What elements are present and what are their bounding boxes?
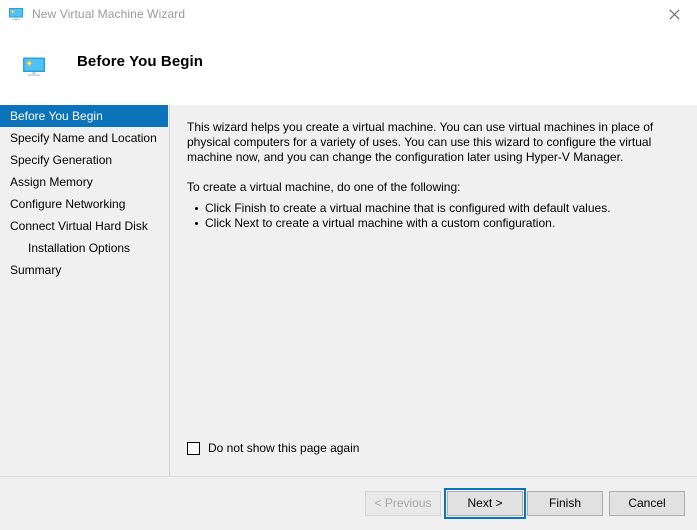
sidebar-item-assign-memory[interactable]: Assign Memory [0,171,169,193]
sidebar-item-label: Before You Begin [10,109,103,123]
checkbox-unchecked-icon[interactable] [187,441,200,455]
sidebar-item-before-you-begin[interactable]: Before You Begin [0,105,168,127]
wizard-footer: < Previous Next > Finish Cancel [0,476,697,530]
sidebar-item-installation-options[interactable]: Installation Options [0,237,169,259]
sidebar-item-summary[interactable]: Summary [0,259,169,281]
intro-paragraph: This wizard helps you create a virtual m… [187,120,654,164]
instruction-paragraph: To create a virtual machine, do one of t… [187,180,461,194]
sidebar-item-specify-generation[interactable]: Specify Generation [0,149,169,171]
virtual-machine-monitor-icon [9,8,23,21]
instruction-bullet-list: Click Finish to create a virtual machine… [187,201,669,231]
sidebar-item-label: Specify Name and Location [10,131,157,145]
sidebar-item-label: Installation Options [28,241,131,255]
wizard-content-text: This wizard helps you create a virtual m… [187,120,669,231]
window-titlebar: New Virtual Machine Wizard [0,0,697,28]
wizard-content-pane: This wizard helps you create a virtual m… [171,105,697,476]
sidebar-item-label: Connect Virtual Hard Disk [10,219,148,233]
sidebar-item-label: Configure Networking [10,197,126,211]
close-button[interactable] [651,0,697,28]
close-icon [668,8,680,20]
checkbox-label: Do not show this page again [208,441,360,455]
wizard-step-navigation: Before You Begin Specify Name and Locati… [0,105,170,476]
sidebar-item-label: Specify Generation [10,153,113,167]
sidebar-item-configure-networking[interactable]: Configure Networking [0,193,169,215]
next-button[interactable]: Next > [444,488,526,519]
do-not-show-again-checkbox-row[interactable]: Do not show this page again [187,441,359,455]
wizard-body: Before You Begin Specify Name and Locati… [0,105,697,476]
cancel-button[interactable]: Cancel [609,491,685,516]
list-item: Click Finish to create a virtual machine… [187,201,669,216]
sidebar-item-connect-virtual-hard-disk[interactable]: Connect Virtual Hard Disk [0,215,169,237]
sidebar-item-label: Summary [10,263,62,277]
wizard-header: Before You Begin [0,28,697,105]
previous-button[interactable]: < Previous [365,491,441,516]
finish-button[interactable]: Finish [527,491,603,516]
virtual-machine-monitor-icon [23,57,45,76]
sidebar-item-label: Assign Memory [10,175,93,189]
new-virtual-machine-wizard-window: New Virtual Machine Wizard Before You Be… [0,0,697,530]
window-title: New Virtual Machine Wizard [32,7,186,21]
page-title: Before You Begin [77,53,204,70]
sidebar-item-specify-name-and-location[interactable]: Specify Name and Location [0,127,169,149]
list-item: Click Next to create a virtual machine w… [187,216,669,231]
